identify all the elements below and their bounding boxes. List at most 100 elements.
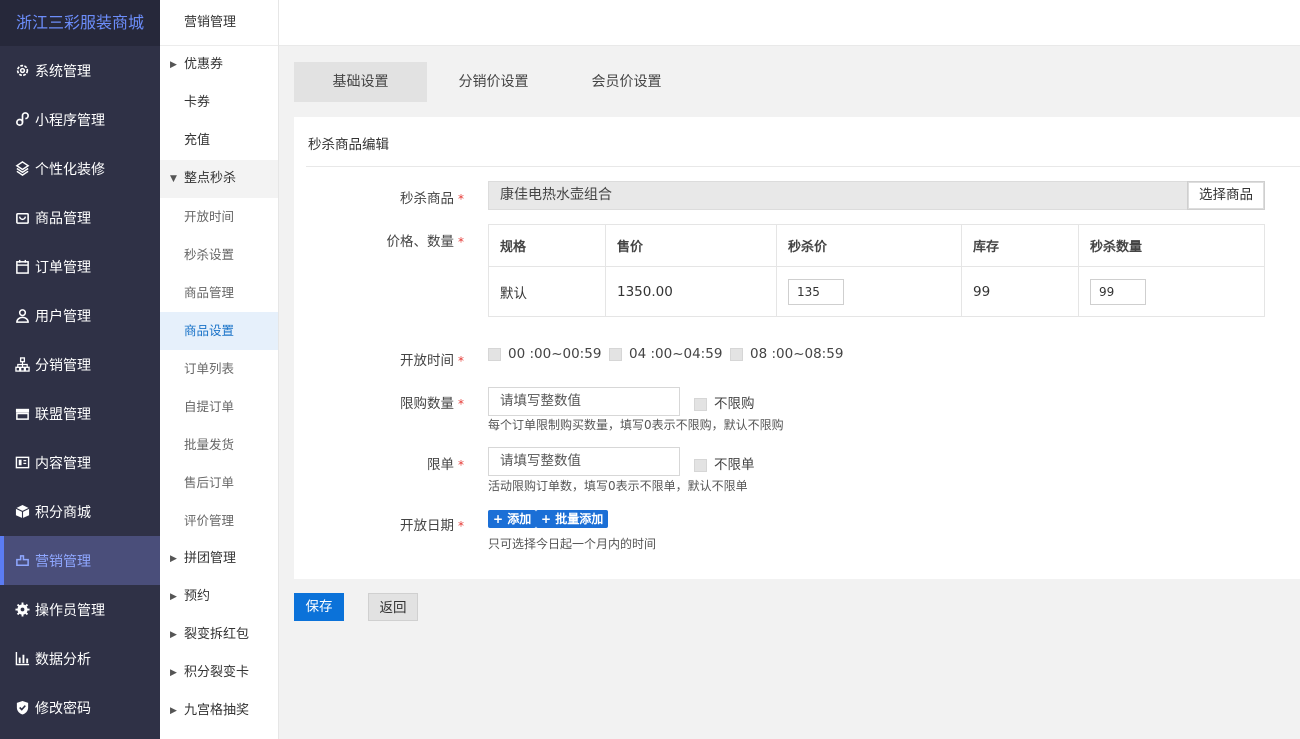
sub-item-reviews[interactable]: 评价管理 — [160, 502, 278, 540]
table-header-row: 规格 售价 秒杀价 库存 秒杀数量 — [488, 224, 1265, 267]
batch-add-date-button[interactable]: + 批量添加 — [536, 510, 609, 528]
unlimited-order-option[interactable]: 不限单 — [694, 453, 755, 473]
sub-item-seckill-settings[interactable]: 秒杀设置 — [160, 236, 278, 274]
marketing-icon — [14, 553, 30, 569]
gear-icon — [14, 63, 30, 79]
caret-right-icon: ▶ — [170, 668, 177, 678]
sidebar-item-label: 营销管理 — [35, 553, 91, 570]
required-mark: * — [458, 458, 464, 472]
sidebar-item-label: 小程序管理 — [35, 112, 105, 129]
column-header: 库存 — [961, 224, 1079, 267]
sidebar-item-label: 操作员管理 — [35, 602, 105, 619]
column-header: 规格 — [488, 224, 606, 267]
product-field[interactable]: 康佳电热水壶组合 — [488, 181, 1188, 210]
required-mark: * — [458, 354, 464, 368]
sub-item-flash-sale[interactable]: ▼ 整点秒杀 — [160, 160, 278, 198]
checkbox[interactable] — [730, 347, 743, 361]
sub-item-lottery[interactable]: ▶ 九宫格抽奖 — [160, 692, 278, 730]
sidebar-item-analytics[interactable]: 数据分析 — [0, 634, 160, 683]
seckill-qty-input[interactable]: 99 — [1090, 278, 1146, 305]
seckill-price-input[interactable]: 135 — [788, 278, 844, 305]
sub-item-open-time[interactable]: 开放时间 — [160, 198, 278, 236]
sidebar-item-label: 个性化装修 — [35, 161, 105, 178]
unlimited-purchase-option[interactable]: 不限购 — [694, 392, 755, 412]
sub-menu-title: 营销管理 — [160, 0, 278, 46]
sidebar-item-alliance[interactable]: 联盟管理 — [0, 389, 160, 438]
sub-item-group-buy[interactable]: ▶ 拼团管理 — [160, 540, 278, 578]
caret-down-icon: ▼ — [170, 174, 177, 184]
sub-item-label: 预约 — [184, 589, 211, 604]
sidebar-item-users[interactable]: 用户管理 — [0, 291, 160, 340]
sub-item-product-settings[interactable]: 商品设置 — [160, 312, 278, 350]
sidebar-item-orders[interactable]: 订单管理 — [0, 242, 160, 291]
price-table: 规格 售价 秒杀价 库存 秒杀数量 默认 1350.00 135 99 99 — [488, 224, 1265, 317]
back-button[interactable]: 返回 — [368, 593, 418, 621]
limit-order-label: 限单 * — [427, 457, 464, 473]
time-option[interactable]: 00 :00~00:59 — [488, 346, 601, 362]
limit-order-input[interactable]: 请填写整数值 — [488, 447, 680, 476]
sidebar-item-marketing[interactable]: 营销管理 — [0, 536, 160, 585]
sidebar-item-points-mall[interactable]: 积分商城 — [0, 487, 160, 536]
add-date-button[interactable]: + 添加 — [488, 510, 537, 528]
seckill-qty-cell: 99 — [1078, 266, 1265, 317]
checkbox[interactable] — [488, 347, 501, 361]
box-icon — [14, 504, 30, 520]
sidebar-item-miniprogram[interactable]: 小程序管理 — [0, 95, 160, 144]
sub-item-label: 售后订单 — [184, 475, 235, 490]
sub-item-points-card[interactable]: ▶ 积分裂变卡 — [160, 654, 278, 692]
sidebar-item-password[interactable]: 修改密码 — [0, 683, 160, 732]
checkbox[interactable] — [694, 458, 707, 472]
limit-qty-input[interactable]: 请填写整数值 — [488, 387, 680, 416]
sub-item-pickup-orders[interactable]: 自提订单 — [160, 388, 278, 426]
layers-icon — [14, 161, 30, 177]
table-row: 默认 1350.00 135 99 99 — [488, 266, 1265, 317]
caret-right-icon: ▶ — [170, 60, 177, 70]
divider — [306, 166, 1300, 167]
sidebar-item-distribution[interactable]: 分销管理 — [0, 340, 160, 389]
sub-item-product-management[interactable]: 商品管理 — [160, 274, 278, 312]
tab-member-price[interactable]: 会员价设置 — [560, 62, 693, 102]
sub-item-reservation[interactable]: ▶ 预约 — [160, 578, 278, 616]
product-label: 秒杀商品 * — [400, 191, 464, 207]
tab-basic-settings[interactable]: 基础设置 — [294, 62, 427, 102]
sub-item-label: 整点秒杀 — [184, 171, 237, 186]
settings-tabs: 基础设置 分销价设置 会员价设置 — [294, 62, 693, 102]
sidebar-item-products[interactable]: 商品管理 — [0, 193, 160, 242]
sub-item-order-list[interactable]: 订单列表 — [160, 350, 278, 388]
sidebar-item-content[interactable]: 内容管理 — [0, 438, 160, 487]
limit-qty-label: 限购数量 * — [400, 396, 464, 412]
sub-item-aftersale[interactable]: 售后订单 — [160, 464, 278, 502]
caret-right-icon: ▶ — [170, 592, 177, 602]
select-product-button[interactable]: 选择商品 — [1187, 181, 1265, 210]
sidebar-item-label: 分销管理 — [35, 357, 91, 374]
save-button[interactable]: 保存 — [294, 593, 344, 621]
required-mark: * — [458, 397, 464, 411]
checkbox[interactable] — [609, 347, 622, 361]
time-option[interactable]: 08 :00~08:59 — [730, 346, 843, 362]
shield-icon — [14, 700, 30, 716]
caret-right-icon: ▶ — [170, 706, 177, 716]
sub-item-cards[interactable]: 卡券 — [160, 84, 278, 122]
sub-item-label: 积分裂变卡 — [184, 665, 250, 680]
sidebar-item-decoration[interactable]: 个性化装修 — [0, 144, 160, 193]
checkbox[interactable] — [694, 397, 707, 411]
sub-item-label: 秒杀设置 — [184, 247, 235, 262]
sub-item-label: 订单列表 — [184, 361, 235, 376]
required-mark: * — [458, 235, 464, 249]
cog-icon — [14, 602, 30, 618]
sidebar-item-label: 修改密码 — [35, 700, 91, 717]
sub-item-red-packet[interactable]: ▶ 裂变拆红包 — [160, 616, 278, 654]
sub-item-batch-ship[interactable]: 批量发货 — [160, 426, 278, 464]
seckill-price-cell: 135 — [776, 266, 962, 317]
sub-item-label: 自提订单 — [184, 399, 235, 414]
time-option[interactable]: 04 :00~04:59 — [609, 346, 722, 362]
sub-item-recharge[interactable]: 充值 — [160, 122, 278, 160]
tab-distribution-price[interactable]: 分销价设置 — [427, 62, 560, 102]
sub-item-label: 优惠券 — [184, 57, 224, 72]
sub-item-coupons[interactable]: ▶ 优惠券 — [160, 46, 278, 84]
sidebar-item-operators[interactable]: 操作员管理 — [0, 585, 160, 634]
content-icon — [14, 455, 30, 471]
sidebar-item-label: 积分商城 — [35, 504, 91, 521]
sub-item-label: 拼团管理 — [184, 551, 237, 566]
sidebar-item-system[interactable]: 系统管理 — [0, 46, 160, 95]
